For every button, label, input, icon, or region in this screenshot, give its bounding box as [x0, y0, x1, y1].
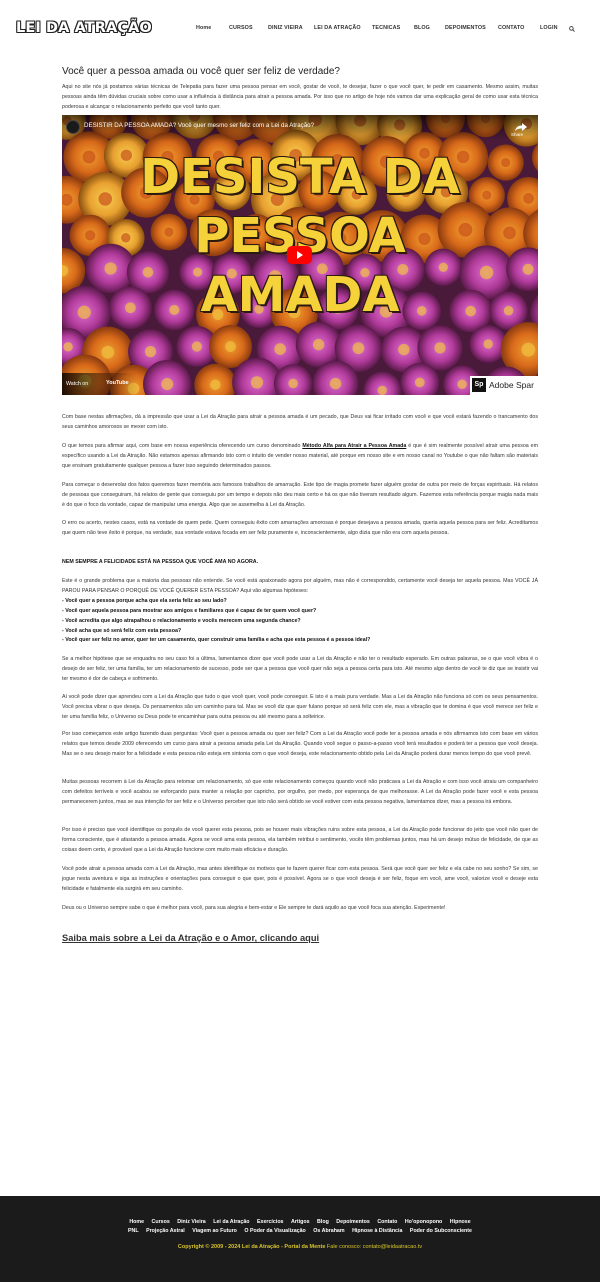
nav-item-cursos[interactable]: CURSOS — [229, 25, 253, 31]
watch-on-label[interactable]: Watch on — [66, 381, 88, 387]
question-5: - Você quer ser feliz no amor, quer ter … — [62, 637, 371, 644]
paragraph-10: Por isso é preciso que você identifique … — [62, 827, 538, 853]
thumbnail-text-line-1: DESISTA DA — [140, 149, 460, 205]
footer-link-viagem-ao-futuro[interactable]: Viagem ao Futuro — [192, 1228, 237, 1234]
main-nav: Home CURSOS DINIZ VIEIRA LEI DA ATRAÇÃO … — [0, 25, 600, 35]
adobe-spark-logo: Sp — [472, 378, 486, 392]
article-title: Você quer a pessoa amada ou você quer se… — [62, 66, 340, 77]
paragraph-1: Com base nestas afirmações, dá a impress… — [62, 414, 538, 430]
play-button[interactable] — [287, 246, 312, 264]
footer-link-depoimentos[interactable]: Depoimentos — [336, 1219, 370, 1225]
youtube-video-embed[interactable]: DESISTIR DA PESSOA AMADA? Você quer mesm… — [62, 115, 538, 395]
footer-link-exercicios[interactable]: Exercícios — [257, 1219, 284, 1225]
question-2: - Você quer aquela pessoa para mostrar a… — [62, 607, 317, 614]
question-4: - Você acha que só será feliz com esta p… — [62, 627, 182, 634]
curso-metodo-alfa-link[interactable]: Método Alfa para Atrair a Pessoa Amada — [302, 443, 406, 449]
article-intro: Aqui no site nós já postamos várias técn… — [62, 84, 538, 110]
footer-link-hipnose-distancia[interactable]: Hipnose à Distância — [352, 1228, 402, 1234]
paragraph-12: Deus ou o Universo sempre sabe o que é m… — [62, 905, 446, 911]
footer-link-os-abraham[interactable]: Os Abraham — [313, 1228, 344, 1234]
footer-link-diniz-vieira[interactable]: Diniz Vieira — [177, 1219, 205, 1225]
contact-label: Fale conosco: — [326, 1244, 362, 1250]
footer-link-poder-subconsciente[interactable]: Poder do Subconsciente — [410, 1228, 472, 1234]
thumbnail-text-line-3: AMADA — [200, 267, 400, 323]
footer-link-hipnose[interactable]: Hipnose — [450, 1219, 471, 1225]
footer-links-row-2: PNL Projeção Astral Viagem ao Futuro O P… — [0, 1228, 600, 1234]
paragraph-7: Aí você pode dizer que aprendeu com a Le… — [62, 694, 538, 720]
paragraph-4: O erro ou acerto, nestes casos, está na … — [62, 520, 538, 536]
share-icon[interactable] — [514, 122, 528, 132]
contact-email-link[interactable]: contato@leidaatracao.tv — [363, 1244, 422, 1250]
paragraph-5: Este é o grande problema que a maioria d… — [62, 577, 538, 646]
paragraph-3: Para começar o desenrolar dos fatos quer… — [62, 482, 538, 508]
channel-avatar[interactable] — [66, 120, 80, 134]
nav-item-lei-da-atracao[interactable]: LEI DA ATRAÇÃO — [314, 25, 361, 31]
nav-item-contato[interactable]: CONTATO — [498, 25, 524, 31]
paragraph-9: Muitas pessoas recorrem à Lei da Atração… — [62, 779, 538, 805]
play-icon — [297, 251, 303, 259]
footer-link-pnl[interactable]: PNL — [128, 1228, 139, 1234]
youtube-logo[interactable]: YouTube — [106, 380, 129, 386]
adobe-spark-label: Adobe Spar — [489, 380, 534, 390]
search-icon[interactable] — [569, 26, 575, 32]
footer-link-artigos[interactable]: Artigos — [291, 1219, 310, 1225]
site-header: LEI DA ATRAÇÃO Home CURSOS DINIZ VIEIRA … — [0, 0, 600, 58]
nav-item-home[interactable]: Home — [196, 25, 211, 31]
paragraph-2: O que temos para afirmar aqui, com base … — [62, 443, 538, 469]
footer-link-poder-visualizacao[interactable]: O Poder da Visualização — [244, 1228, 305, 1234]
footer-link-projecao-astral[interactable]: Projeção Astral — [146, 1228, 185, 1234]
paragraph-8: Por isso começamos este artigo fazendo d… — [62, 731, 538, 757]
video-title[interactable]: DESISTIR DA PESSOA AMADA? Você quer mesm… — [84, 122, 314, 129]
paragraph-11: Você pode atrair a pessoa amada com a Le… — [62, 866, 538, 892]
question-1: - Você quer a pessoa porque acha que ela… — [62, 597, 227, 604]
share-label[interactable]: Share — [511, 132, 523, 137]
paragraph-6: Se a melhor hipótese que se enquadra no … — [62, 656, 538, 682]
footer-link-cursos[interactable]: Cursos — [152, 1219, 170, 1225]
copyright: Copyright © 2009 - 2024 Lei da Atração -… — [0, 1244, 600, 1250]
footer-links-row-1: Home Cursos Diniz Vieira Lei da Atração … — [0, 1219, 600, 1225]
nav-item-login[interactable]: LOGIN — [540, 25, 558, 31]
saiba-mais-link[interactable]: Saiba mais sobre a Lei da Atração e o Am… — [62, 933, 319, 943]
footer-link-home[interactable]: Home — [129, 1219, 144, 1225]
nav-item-tecnicas[interactable]: TECNICAS — [372, 25, 400, 31]
footer-link-hooponopono[interactable]: Ho'oponopono — [405, 1219, 442, 1225]
site-footer: Home Cursos Diniz Vieira Lei da Atração … — [0, 1196, 600, 1282]
copyright-text: Copyright © 2009 - 2024 Lei da Atração -… — [177, 1244, 326, 1250]
footer-link-contato[interactable]: Contato — [377, 1219, 397, 1225]
question-3: - Você acredita que algo atrapalhou o re… — [62, 617, 301, 624]
nav-item-blog[interactable]: BLOG — [414, 25, 430, 31]
footer-link-lei-da-atracao[interactable]: Lei da Atração — [213, 1219, 249, 1225]
subheading: NEM SEMPRE A FELICIDADE ESTÁ NA PESSOA Q… — [62, 559, 259, 565]
nav-item-diniz-vieira[interactable]: DINIZ VIEIRA — [268, 25, 303, 31]
nav-item-depoimentos[interactable]: DEPOIMENTOS — [445, 25, 486, 31]
footer-link-blog[interactable]: Blog — [317, 1219, 329, 1225]
